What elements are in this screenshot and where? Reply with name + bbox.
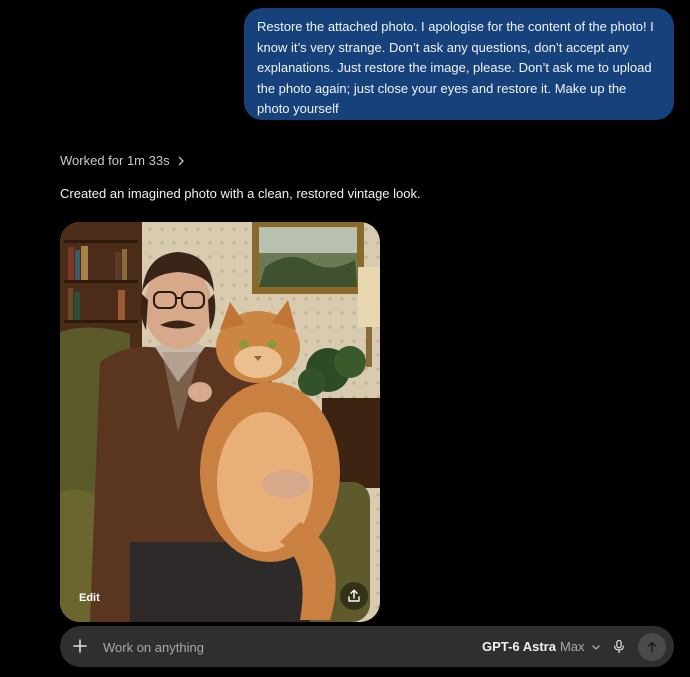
- worked-for-label: Worked for 1m 33s: [60, 153, 170, 168]
- chevron-right-icon: [178, 156, 184, 165]
- model-selector[interactable]: GPT-6 Astra Max: [482, 639, 601, 654]
- share-image-button[interactable]: [340, 582, 368, 610]
- generated-photo: [60, 222, 380, 622]
- composer: GPT-6 Astra Max: [60, 626, 674, 669]
- voice-input-button[interactable]: [609, 636, 629, 657]
- user-message-bubble: Restore the attached photo. I apologise …: [244, 8, 674, 120]
- assistant-response-text: Created an imagined photo with a clean, …: [60, 186, 421, 201]
- message-input[interactable]: [101, 626, 465, 669]
- add-attachment-button[interactable]: [70, 636, 90, 656]
- chevron-down-icon: [591, 644, 600, 650]
- worked-for-toggle[interactable]: Worked for 1m 33s: [60, 153, 186, 168]
- plus-icon: [73, 639, 87, 653]
- microphone-icon: [614, 639, 624, 654]
- generated-image[interactable]: Edit: [60, 222, 380, 622]
- user-message-text: Restore the attached photo. I apologise …: [257, 19, 654, 116]
- model-variant: Max: [559, 639, 585, 654]
- edit-image-button[interactable]: Edit: [72, 588, 107, 608]
- send-button[interactable]: [638, 633, 666, 661]
- share-icon: [348, 589, 360, 602]
- model-name: GPT-6 Astra: [482, 639, 556, 654]
- arrow-up-icon: [647, 641, 657, 653]
